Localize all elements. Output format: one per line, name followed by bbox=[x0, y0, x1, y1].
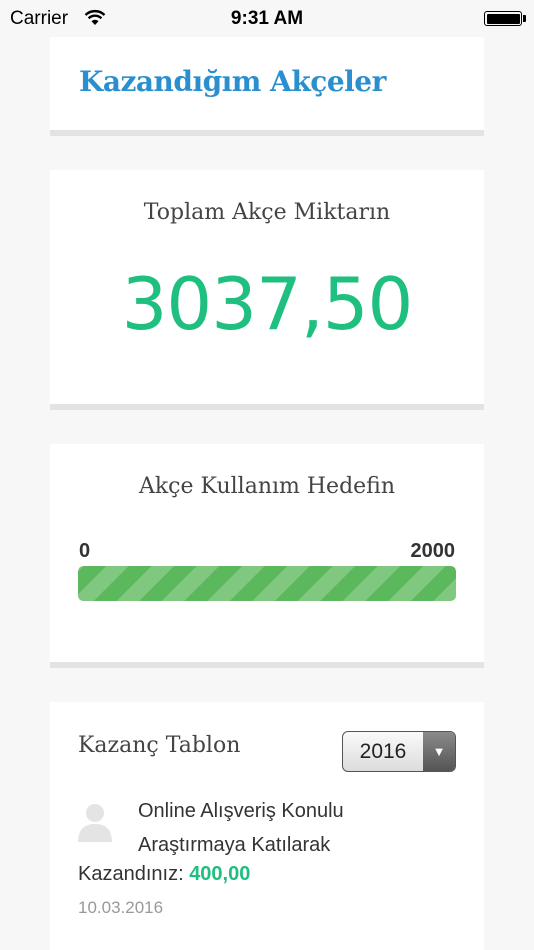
status-bar: Carrier 9:31 AM bbox=[0, 0, 534, 38]
battery-tip bbox=[523, 15, 526, 22]
earning-description: Online Alışveriş Konulu Araştırmaya Katı… bbox=[138, 800, 344, 856]
page-title: Kazandığım Akçeler bbox=[79, 65, 386, 98]
earnings-title: Kazanç Tablon bbox=[78, 733, 241, 758]
header-card: Kazandığım Akçeler bbox=[50, 37, 484, 136]
battery-icon bbox=[484, 11, 522, 26]
clock-label: 9:31 AM bbox=[230, 8, 304, 29]
goal-max-label: 2000 bbox=[410, 540, 456, 562]
goal-progress-fill bbox=[78, 566, 456, 601]
goal-card: Akçe Kullanım Hedefin 0 2000 bbox=[50, 444, 484, 668]
triangle-down-icon: ▼ bbox=[423, 732, 455, 771]
year-select-value: 2016 bbox=[359, 740, 407, 763]
total-card: Toplam Akçe Miktarın 3037,50 bbox=[50, 170, 484, 410]
earning-date: 10.03.2016 bbox=[78, 898, 164, 917]
total-heading: Toplam Akçe Miktarın bbox=[143, 200, 391, 225]
earned-row: Kazandınız: 400,00 bbox=[78, 863, 250, 886]
user-placeholder-icon bbox=[78, 804, 112, 842]
earnings-card: Kazanç Tablon 2016 ▼ Online Alışveriş Ko… bbox=[50, 702, 484, 950]
goal-heading: Akçe Kullanım Hedefin bbox=[138, 474, 396, 499]
goal-min-label: 0 bbox=[79, 540, 91, 562]
year-select[interactable]: 2016 ▼ bbox=[342, 731, 456, 772]
goal-progress-bar bbox=[78, 566, 456, 601]
total-amount: 3037,50 bbox=[121, 262, 414, 346]
earned-value: 400,00 bbox=[189, 863, 251, 885]
earned-label: Kazandınız: bbox=[78, 863, 184, 885]
